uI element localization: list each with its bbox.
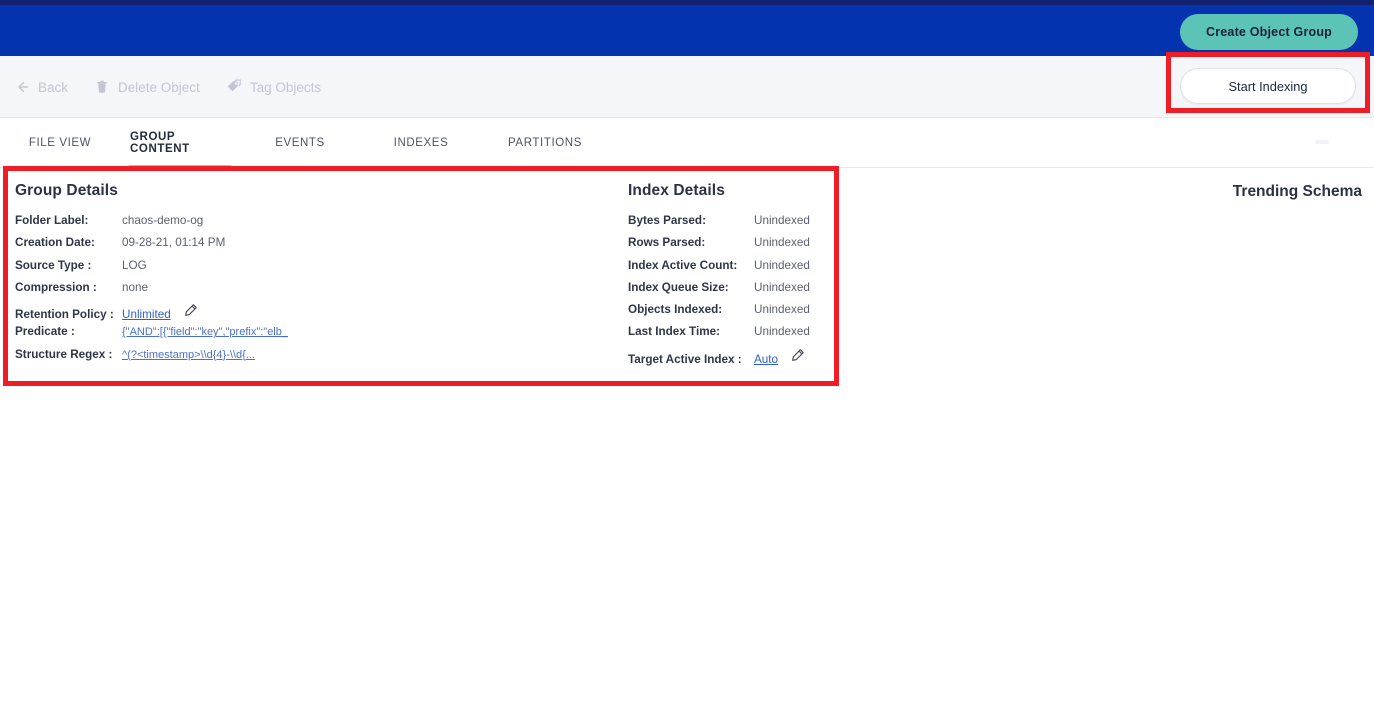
detail-row-target-active-index: Target Active Index : Auto xyxy=(628,348,928,370)
tag-objects-label: Tag Objects xyxy=(249,79,322,95)
trash-icon xyxy=(94,79,110,95)
last-index-time-key: Last Index Time: xyxy=(628,325,721,339)
app-header-bar: Create Object Group xyxy=(0,5,1374,56)
retention-policy-value-link[interactable]: Unlimited xyxy=(122,308,171,321)
back-button[interactable]: Back xyxy=(14,79,68,95)
tag-objects-button[interactable]: Tag Objects xyxy=(226,79,321,95)
target-active-index-key: Target Active Index : xyxy=(628,352,742,366)
index-active-count-key: Index Active Count: xyxy=(628,258,738,272)
bytes-parsed-value: Unindexed xyxy=(754,214,810,227)
tab-events[interactable]: EVENTS xyxy=(240,118,360,168)
objects-indexed-value: Unindexed xyxy=(754,303,810,317)
predicate-value-link[interactable]: {"AND":[{"field":"key","prefix":"elb_ xyxy=(122,326,288,338)
index-active-count-value: Unindexed xyxy=(754,258,810,272)
toolbar-actions-group: Back Delete Object Tag Objects xyxy=(14,56,321,118)
detail-row-last-index-time: Last Index Time: Unindexed xyxy=(628,325,928,347)
index-details-list: Bytes Parsed: Unindexed Rows Parsed: Uni… xyxy=(628,214,928,370)
detail-row-rows-parsed: Rows Parsed: Unindexed xyxy=(628,236,928,258)
app-root: Create Object Group Back Delete Object T… xyxy=(0,0,1374,716)
compression-key: Compression : xyxy=(15,280,97,294)
back-label: Back xyxy=(38,79,69,95)
tab-indexes[interactable]: INDEXES xyxy=(360,118,482,168)
source-type-value: LOG xyxy=(122,258,147,272)
group-details-title: Group Details xyxy=(15,182,118,199)
detail-row-objects-indexed: Objects Indexed: Unindexed xyxy=(628,303,928,325)
structure-regex-key: Structure Regex : xyxy=(15,347,113,361)
trending-schema-title: Trending Schema xyxy=(1232,183,1362,200)
detail-row-index-active-count: Index Active Count: Unindexed xyxy=(628,259,928,281)
tab-partitions[interactable]: PARTITIONS xyxy=(482,118,608,168)
detail-row-predicate: Predicate : {"AND":[{"field":"key","pref… xyxy=(15,325,575,347)
detail-row-folder-label: Folder Label: chaos-demo-og xyxy=(15,214,575,236)
tab-file-view[interactable]: FILE VIEW xyxy=(0,118,120,168)
folder-label-key: Folder Label: xyxy=(15,214,89,227)
edit-retention-policy-pencil-icon[interactable] xyxy=(183,303,198,318)
folder-label-value: chaos-demo-og xyxy=(122,214,204,227)
detail-row-structure-regex: Structure Regex : ^(?<timestamp>\\d{4}-\… xyxy=(15,348,575,370)
detail-row-index-queue-size: Index Queue Size: Unindexed xyxy=(628,281,928,303)
tag-icon xyxy=(226,79,242,95)
tab-list: FILE VIEW GROUP CONTENT EVENTS INDEXES P… xyxy=(0,118,608,168)
action-toolbar: Back Delete Object Tag Objects Start Ind… xyxy=(0,56,1374,118)
tab-group-content[interactable]: GROUP CONTENT xyxy=(120,118,240,168)
edit-target-active-index-pencil-icon[interactable] xyxy=(790,348,805,363)
target-active-index-value-link[interactable]: Auto xyxy=(754,353,778,366)
objects-indexed-key: Objects Indexed: xyxy=(628,303,723,317)
group-details-list: Folder Label: chaos-demo-og Creation Dat… xyxy=(15,214,575,370)
last-index-time-value: Unindexed xyxy=(754,325,810,339)
bytes-parsed-key: Bytes Parsed: xyxy=(628,214,706,227)
index-details-section: Index Details Bytes Parsed: Unindexed Ro… xyxy=(628,182,928,370)
arrow-left-icon xyxy=(14,79,30,95)
index-details-title: Index Details xyxy=(628,182,725,199)
source-type-key: Source Type : xyxy=(15,258,92,272)
delete-object-button[interactable]: Delete Object xyxy=(94,79,200,95)
tab-bar: FILE VIEW GROUP CONTENT EVENTS INDEXES P… xyxy=(0,118,1374,168)
rows-parsed-key: Rows Parsed: xyxy=(628,236,706,250)
compression-value: none xyxy=(122,280,149,294)
render-artifact xyxy=(1315,140,1329,144)
retention-policy-key: Retention Policy : xyxy=(15,308,114,322)
group-details-section: Group Details Folder Label: chaos-demo-o… xyxy=(15,182,575,370)
start-indexing-button[interactable]: Start Indexing xyxy=(1180,68,1356,104)
create-object-group-button[interactable]: Create Object Group xyxy=(1180,14,1358,50)
detail-row-source-type: Source Type : LOG xyxy=(15,259,575,281)
rows-parsed-value: Unindexed xyxy=(754,236,810,250)
detail-row-bytes-parsed: Bytes Parsed: Unindexed xyxy=(628,214,928,236)
details-panel: Group Details Folder Label: chaos-demo-o… xyxy=(0,168,1374,386)
delete-object-label: Delete Object xyxy=(118,79,200,95)
detail-row-retention-policy: Retention Policy : Unlimited xyxy=(15,303,575,325)
creation-date-key: Creation Date: xyxy=(15,236,95,250)
index-queue-size-key: Index Queue Size: xyxy=(628,280,729,294)
structure-regex-value-link[interactable]: ^(?<timestamp>\\d{4}-\\d{... xyxy=(122,349,255,361)
index-queue-size-value: Unindexed xyxy=(754,280,810,294)
predicate-key: Predicate : xyxy=(15,325,75,339)
detail-row-creation-date: Creation Date: 09-28-21, 01:14 PM xyxy=(15,236,575,258)
creation-date-value: 09-28-21, 01:14 PM xyxy=(122,236,226,250)
detail-row-compression: Compression : none xyxy=(15,281,575,303)
